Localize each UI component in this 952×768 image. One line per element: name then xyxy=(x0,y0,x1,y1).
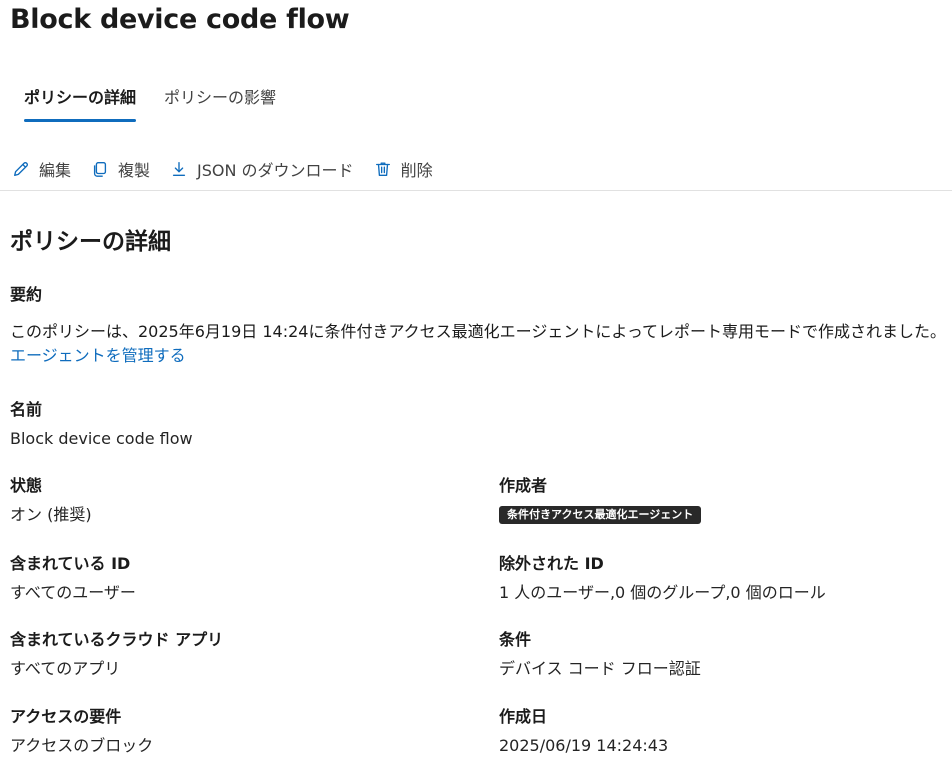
field-included-ids: 含まれている ID すべてのユーザー xyxy=(10,552,136,605)
field-access-requirements: アクセスの要件 アクセスのブロック xyxy=(10,705,153,758)
download-icon xyxy=(172,162,186,176)
field-name-label: 名前 xyxy=(10,400,43,419)
duplicate-button[interactable]: 複製 xyxy=(91,157,150,181)
download-json-button[interactable]: JSON のダウンロード xyxy=(170,157,354,181)
field-conditions-value: デバイス コード フロー認証 xyxy=(499,659,701,678)
section-title: ポリシーの詳細 xyxy=(10,229,171,255)
field-access-requirements-label: アクセスの要件 xyxy=(10,707,122,726)
summary-text: このポリシーは、2025年6月19日 14:24に条件付きアクセス最適化エージェ… xyxy=(10,322,947,341)
tab-bar: ポリシーの詳細 ポリシーの影響 xyxy=(0,84,276,126)
field-created-by-value: 条件付きアクセス最適化エージェント xyxy=(499,503,702,527)
trash-icon xyxy=(375,162,390,176)
delete-label: 削除 xyxy=(400,161,433,180)
field-created-date-label: 作成日 xyxy=(499,707,548,726)
field-excluded-ids: 除外された ID 1 人のユーザー,0 個のグループ,0 個のロール xyxy=(499,552,826,605)
copy-icon xyxy=(93,162,107,177)
field-access-requirements-value: アクセスのブロック xyxy=(10,736,154,755)
field-conditions-label: 条件 xyxy=(499,630,532,649)
field-created-by: 作成者 条件付きアクセス最適化エージェント xyxy=(499,474,702,527)
field-state-value: オン (推奨) xyxy=(10,505,92,524)
toolbar: 編集 複製 JSON のダウンロード 削除 xyxy=(12,154,453,184)
tab-policy-impact[interactable]: ポリシーの影響 xyxy=(164,84,276,122)
field-name: 名前 Block device code flow xyxy=(10,398,193,451)
field-excluded-ids-label: 除外された ID xyxy=(499,554,604,573)
page-title: Block device code flow xyxy=(10,4,350,35)
duplicate-label: 複製 xyxy=(118,161,151,180)
field-included-ids-label: 含まれている ID xyxy=(10,554,131,573)
manage-agent-link[interactable]: エージェントを管理する xyxy=(10,342,186,366)
policy-details-page: Block device code flow ポリシーの詳細 ポリシーの影響 編… xyxy=(0,0,952,768)
summary-label: 要約 xyxy=(10,285,43,304)
download-json-label: JSON のダウンロード xyxy=(197,161,354,180)
field-included-apps-value: すべてのアプリ xyxy=(10,659,121,678)
field-included-apps: 含まれているクラウド アプリ すべてのアプリ xyxy=(10,628,223,681)
field-excluded-ids-value: 1 人のユーザー,0 個のグループ,0 個のロール xyxy=(499,583,826,602)
tab-policy-details[interactable]: ポリシーの詳細 xyxy=(24,84,137,122)
field-created-by-label: 作成者 xyxy=(499,476,548,495)
agent-badge: 条件付きアクセス最適化エージェント xyxy=(499,506,702,524)
field-created-date: 作成日 2025/06/19 14:24:43 xyxy=(499,705,668,758)
toolbar-divider xyxy=(0,190,952,191)
delete-button[interactable]: 削除 xyxy=(374,157,433,181)
field-included-apps-label: 含まれているクラウド アプリ xyxy=(10,630,224,649)
edit-button[interactable]: 編集 xyxy=(12,157,71,181)
field-state-label: 状態 xyxy=(10,476,43,495)
field-conditions: 条件 デバイス コード フロー認証 xyxy=(499,628,701,681)
field-included-ids-value: すべてのユーザー xyxy=(10,583,136,602)
pencil-icon xyxy=(14,161,29,176)
edit-label: 編集 xyxy=(39,161,72,180)
field-created-date-value: 2025/06/19 14:24:43 xyxy=(499,736,669,755)
field-state: 状態 オン (推奨) xyxy=(10,474,92,527)
field-name-value: Block device code flow xyxy=(10,429,193,448)
